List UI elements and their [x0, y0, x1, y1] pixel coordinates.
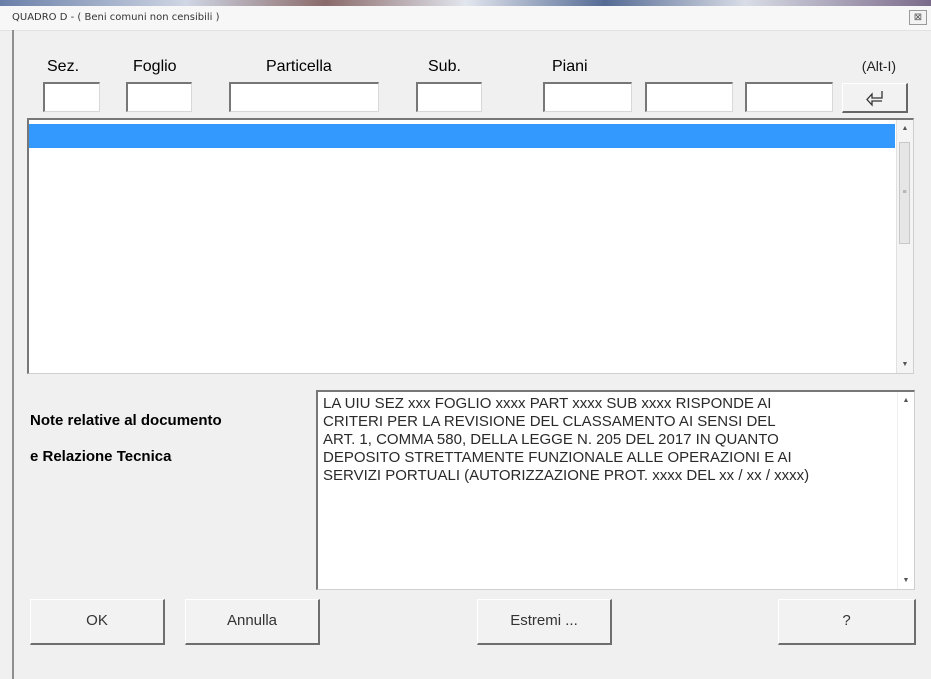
notes-label-line1: Note relative al documento — [30, 412, 222, 429]
notes-text: LA UIU SEZ xxx FOGLIO xxxx PART xxxx SUB… — [323, 395, 810, 484]
piano-2-input[interactable] — [645, 82, 733, 112]
piano-3-input[interactable] — [745, 82, 833, 112]
scroll-thumb[interactable]: ≡ — [899, 142, 910, 244]
close-icon[interactable]: ⊠ — [909, 10, 927, 25]
notes-scroll-down-icon[interactable]: ▼ — [898, 572, 914, 589]
insert-button[interactable] — [842, 83, 908, 113]
window-frame-left — [12, 30, 14, 679]
title-bar: QUADRO D - ( Beni comuni non censibili )… — [0, 6, 931, 31]
list-row-selected[interactable] — [29, 124, 895, 148]
shortcut-hint: (Alt-I) — [861, 58, 896, 74]
window-title: QUADRO D - ( Beni comuni non censibili ) — [12, 12, 220, 23]
label-piani: Piani — [552, 58, 588, 75]
scroll-up-icon[interactable]: ▲ — [897, 120, 913, 137]
list-scrollbar[interactable]: ▲ ≡ ▼ — [896, 120, 913, 373]
ok-button[interactable]: OK — [30, 599, 165, 645]
estremi-button[interactable]: Estremi ... — [477, 599, 612, 645]
sub-input[interactable] — [416, 82, 482, 112]
foglio-input[interactable] — [126, 82, 192, 112]
beni-list[interactable]: ▲ ≡ ▼ — [27, 118, 914, 374]
notes-textarea[interactable]: LA UIU SEZ xxx FOGLIO xxxx PART xxxx SUB… — [316, 390, 915, 590]
help-button[interactable]: ? — [778, 599, 916, 645]
annulla-button[interactable]: Annulla — [185, 599, 320, 645]
label-particella: Particella — [266, 58, 332, 75]
sez-input[interactable] — [43, 82, 100, 112]
piano-1-input[interactable] — [543, 82, 632, 112]
scroll-down-icon[interactable]: ▼ — [897, 356, 913, 373]
particella-input[interactable] — [229, 82, 379, 112]
notes-label-line2: e Relazione Tecnica — [30, 448, 172, 465]
insert-arrow-icon — [865, 90, 883, 107]
label-foglio: Foglio — [133, 58, 177, 75]
notes-scroll-up-icon[interactable]: ▲ — [898, 392, 914, 409]
notes-scrollbar[interactable]: ▲ ▼ — [897, 392, 914, 589]
label-sub: Sub. — [428, 58, 461, 75]
label-sez: Sez. — [47, 58, 80, 75]
